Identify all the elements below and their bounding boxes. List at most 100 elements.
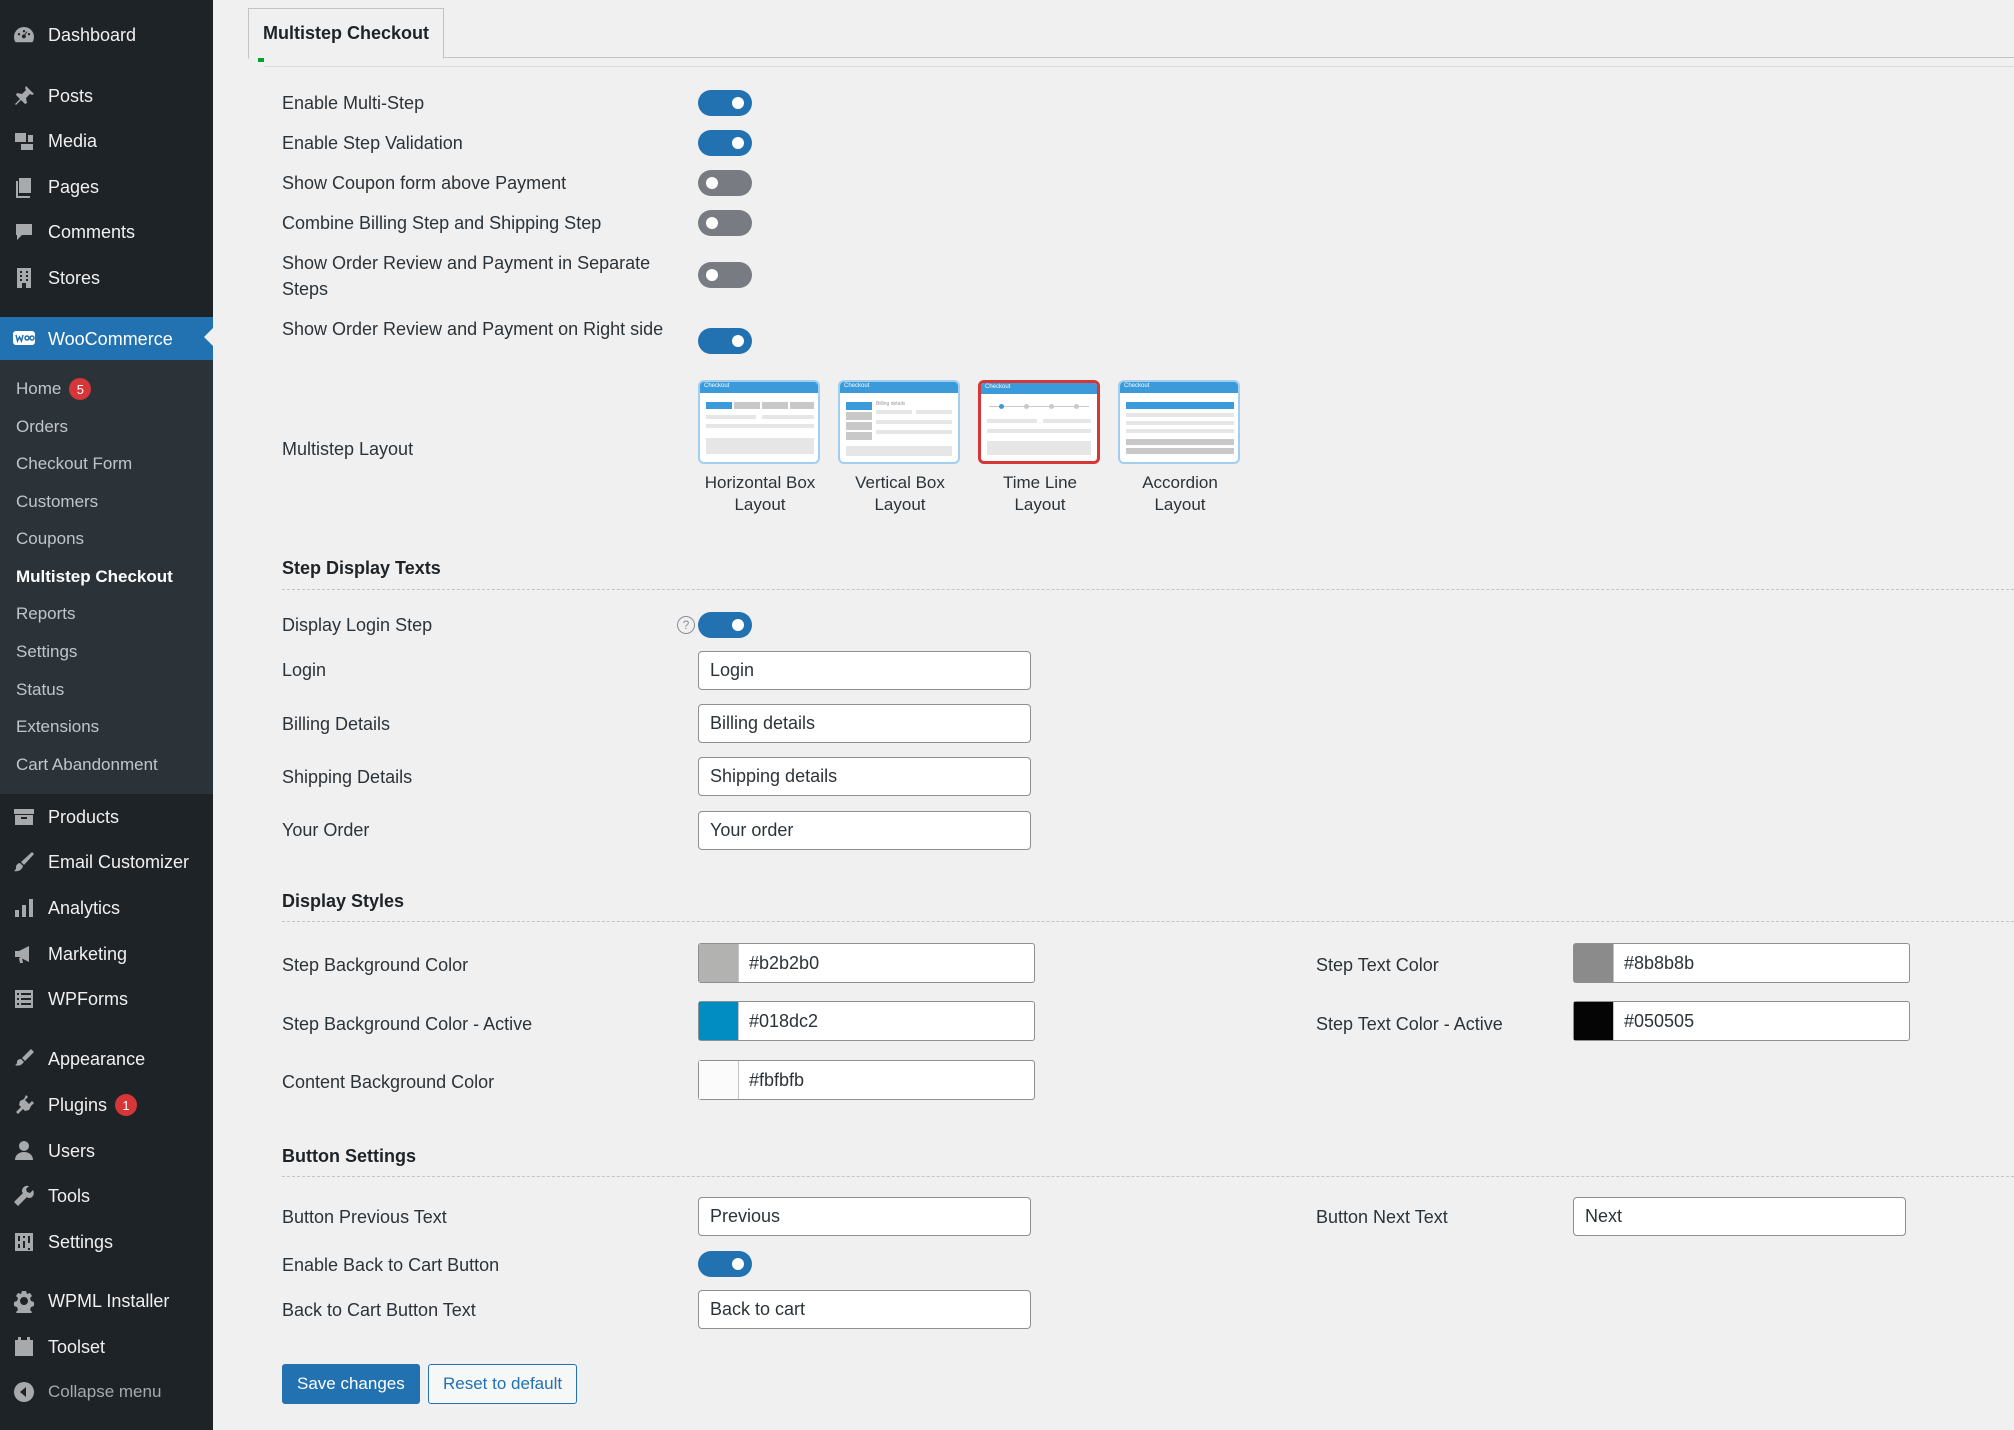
next-button-text-input[interactable] bbox=[1573, 1197, 1906, 1236]
menu-dashboard[interactable]: Dashboard bbox=[0, 15, 213, 55]
billing-text-input[interactable] bbox=[698, 704, 1031, 743]
sub-status[interactable]: Status bbox=[16, 677, 64, 703]
vertical-layout-thumbnail: Checkout Billing details bbox=[838, 380, 960, 464]
color-hex-value: #050505 bbox=[1624, 1010, 1695, 1031]
menu-analytics-label: Analytics bbox=[48, 897, 121, 918]
menu-comments[interactable]: Comments bbox=[0, 212, 213, 252]
sub-orders[interactable]: Orders bbox=[16, 414, 68, 440]
enable-validation-label: Enable Step Validation bbox=[282, 133, 463, 153]
menu-appearance-label: Appearance bbox=[48, 1048, 146, 1069]
step-bg-color-picker[interactable]: #b2b2b0 bbox=[698, 943, 1035, 983]
menu-wpforms[interactable]: WPForms bbox=[0, 979, 213, 1019]
menu-posts[interactable]: Posts bbox=[0, 76, 213, 116]
menu-email-customizer-label: Email Customizer bbox=[48, 851, 190, 872]
color-hex-value: #fbfbfb bbox=[749, 1069, 805, 1090]
woocommerce-submenu: Home 5 Orders Checkout Form Customers Co… bbox=[0, 360, 213, 794]
thumb-title: Checkout bbox=[1124, 383, 1150, 389]
color-swatch bbox=[1574, 1002, 1614, 1040]
menu-appearance[interactable]: Appearance bbox=[0, 1039, 213, 1079]
sub-checkout-form[interactable]: Checkout Form bbox=[16, 451, 132, 477]
media-icon bbox=[11, 129, 37, 153]
color-swatch bbox=[699, 944, 739, 982]
collapse-menu-label: Collapse menu bbox=[48, 1382, 162, 1401]
toggle-knob bbox=[732, 619, 744, 631]
layout-option-accordion[interactable]: Checkout Accordion Layout bbox=[1118, 380, 1242, 516]
menu-products[interactable]: Products bbox=[0, 797, 213, 837]
review-right-side-label: Show Order Review and Payment on Right s… bbox=[282, 319, 664, 339]
shipping-text-input[interactable] bbox=[698, 757, 1031, 796]
step-text-active-color-picker[interactable]: #050505 bbox=[1573, 1001, 1910, 1041]
display-login-toggle[interactable] bbox=[698, 612, 752, 638]
sub-extensions[interactable]: Extensions bbox=[16, 714, 99, 740]
menu-woocommerce-label: WooCommerce bbox=[48, 328, 173, 349]
combine-billing-shipping-toggle[interactable] bbox=[698, 210, 752, 236]
tab-multistep-checkout[interactable]: Multistep Checkout bbox=[248, 8, 445, 59]
menu-plugins[interactable]: Plugins 1 bbox=[0, 1085, 213, 1125]
sub-coupons[interactable]: Coupons bbox=[16, 526, 84, 552]
menu-email-customizer[interactable]: Email Customizer bbox=[0, 842, 213, 882]
menu-users-label: Users bbox=[48, 1140, 96, 1161]
sub-cart-abandonment[interactable]: Cart Abandonment bbox=[16, 752, 158, 778]
collapse-menu-button[interactable]: Collapse menu bbox=[0, 1372, 213, 1412]
settings-sliders-icon bbox=[11, 1230, 37, 1254]
back-to-cart-toggle[interactable] bbox=[698, 1251, 752, 1277]
step-text-color-picker[interactable]: #8b8b8b bbox=[1573, 943, 1910, 983]
separate-review-payment-toggle[interactable] bbox=[698, 262, 752, 288]
menu-media[interactable]: Media bbox=[0, 121, 213, 161]
toggle-knob bbox=[706, 217, 718, 229]
review-right-side-toggle[interactable] bbox=[698, 328, 752, 354]
menu-tools-label: Tools bbox=[48, 1185, 91, 1206]
collapse-arrow-icon bbox=[11, 1380, 37, 1404]
menu-toolset[interactable]: Toolset bbox=[0, 1327, 213, 1367]
sub-multistep-checkout[interactable]: Multistep Checkout bbox=[16, 564, 173, 590]
prev-button-text-label: Button Previous Text bbox=[282, 1207, 447, 1227]
menu-tools[interactable]: Tools bbox=[0, 1176, 213, 1216]
toggle-knob bbox=[706, 269, 718, 281]
layout-accordion-caption: Accordion Layout bbox=[1142, 473, 1218, 514]
enable-multistep-label: Enable Multi-Step bbox=[282, 93, 425, 113]
prev-button-text-input[interactable] bbox=[698, 1197, 1031, 1236]
menu-woocommerce[interactable]: WooCommerce bbox=[0, 317, 213, 361]
save-changes-button[interactable]: Save changes bbox=[282, 1364, 420, 1404]
menu-users[interactable]: Users bbox=[0, 1131, 213, 1171]
back-to-cart-text-input[interactable] bbox=[698, 1290, 1031, 1329]
enable-validation-toggle[interactable] bbox=[698, 130, 752, 156]
plug-icon bbox=[11, 1093, 37, 1117]
help-icon[interactable]: ? bbox=[677, 616, 695, 634]
login-text-input[interactable] bbox=[698, 651, 1031, 690]
enable-multistep-toggle[interactable] bbox=[698, 90, 752, 116]
layout-option-timeline[interactable]: Checkout Time Line Layout bbox=[978, 380, 1102, 516]
layout-vertical-caption: Vertical Box Layout bbox=[855, 473, 945, 514]
color-swatch bbox=[699, 1002, 739, 1040]
menu-settings[interactable]: Settings bbox=[0, 1222, 213, 1262]
pin-icon bbox=[11, 84, 37, 108]
sub-reports[interactable]: Reports bbox=[16, 601, 76, 627]
order-text-input[interactable] bbox=[698, 811, 1031, 850]
layout-option-vertical[interactable]: Checkout Billing details Vertical Box La… bbox=[838, 380, 962, 516]
separate-review-payment-label: Show Order Review and Payment in Separat… bbox=[282, 253, 651, 299]
color-swatch bbox=[699, 1061, 739, 1099]
archive-icon bbox=[11, 805, 37, 829]
sub-customers[interactable]: Customers bbox=[16, 489, 98, 515]
menu-wpml-installer[interactable]: WPML Installer bbox=[0, 1281, 213, 1321]
menu-pages[interactable]: Pages bbox=[0, 167, 213, 207]
menu-marketing[interactable]: Marketing bbox=[0, 934, 213, 974]
thumb-title: Checkout bbox=[985, 384, 1011, 390]
menu-plugins-label: Plugins bbox=[48, 1094, 108, 1115]
menu-analytics[interactable]: Analytics bbox=[0, 888, 213, 928]
horizontal-layout-thumbnail: Checkout bbox=[698, 380, 820, 464]
menu-stores[interactable]: Stores bbox=[0, 258, 213, 298]
reset-to-default-button[interactable]: Reset to default bbox=[428, 1364, 578, 1404]
sub-home[interactable]: Home 5 bbox=[16, 376, 92, 402]
menu-marketing-label: Marketing bbox=[48, 943, 128, 964]
layout-option-horizontal[interactable]: Checkout Horizontal Box Layout bbox=[698, 380, 822, 516]
admin-sidebar: Dashboard Posts Media Pages Comments Sto… bbox=[0, 0, 213, 1430]
coupon-above-payment-toggle[interactable] bbox=[698, 170, 752, 196]
section-divider bbox=[282, 1176, 2014, 1177]
color-swatch bbox=[1574, 944, 1614, 982]
color-hex-value: #8b8b8b bbox=[1624, 952, 1695, 973]
content-bg-color-picker[interactable]: #fbfbfb bbox=[698, 1060, 1035, 1100]
sub-settings[interactable]: Settings bbox=[16, 639, 77, 665]
step-bg-active-color-picker[interactable]: #018dc2 bbox=[698, 1001, 1035, 1041]
megaphone-icon bbox=[11, 942, 37, 966]
